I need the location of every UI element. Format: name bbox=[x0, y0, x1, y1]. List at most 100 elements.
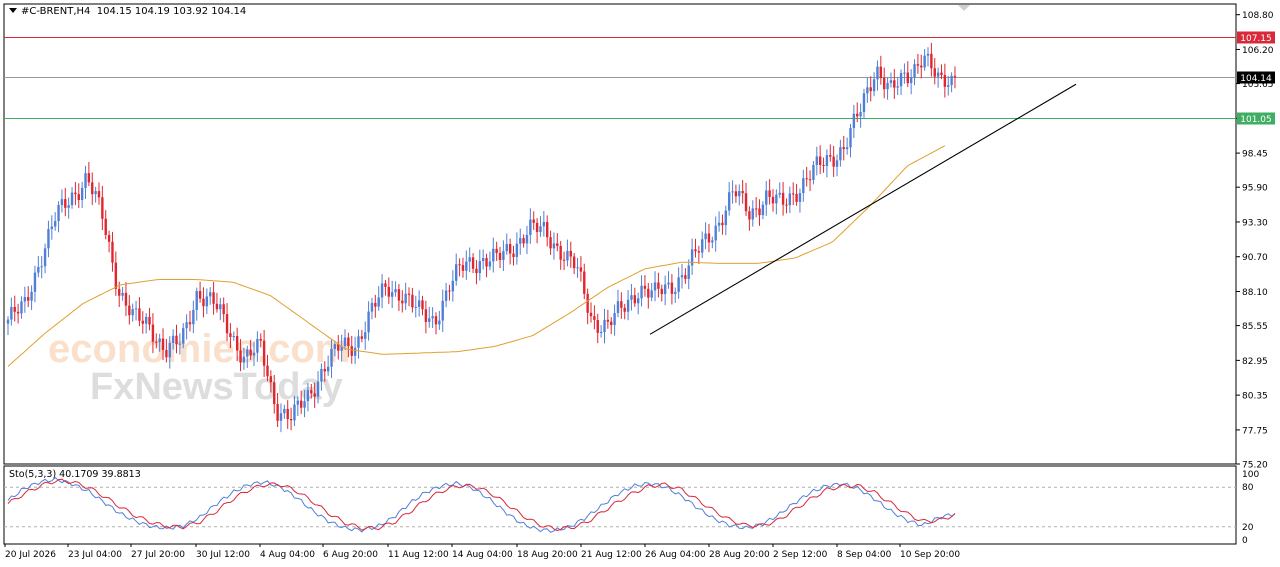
candle-body bbox=[10, 306, 13, 320]
candle-body bbox=[815, 156, 818, 165]
candle-body bbox=[626, 299, 630, 312]
candle-body bbox=[825, 155, 829, 166]
candle-body bbox=[906, 72, 909, 84]
candle-body bbox=[856, 113, 859, 117]
candle-body bbox=[633, 295, 637, 304]
candle-body bbox=[97, 191, 101, 198]
candle-body bbox=[920, 65, 923, 68]
candle-body bbox=[761, 204, 765, 216]
candle-body bbox=[101, 197, 104, 219]
candle-body bbox=[923, 55, 926, 68]
candle-body bbox=[367, 311, 370, 333]
candle-body bbox=[414, 306, 417, 308]
candle-body bbox=[215, 303, 219, 310]
candle-body bbox=[778, 192, 781, 195]
level-tag-label: 101.05 bbox=[1240, 115, 1272, 125]
candle-body bbox=[161, 338, 165, 350]
candle-body bbox=[953, 75, 957, 78]
candle-body bbox=[198, 291, 202, 299]
candle-body bbox=[798, 193, 802, 202]
candle-body bbox=[566, 250, 569, 261]
candle-body bbox=[239, 350, 242, 363]
candle-body bbox=[232, 336, 235, 338]
candle-body bbox=[219, 304, 222, 310]
candle-body bbox=[114, 262, 118, 289]
candle-body bbox=[273, 382, 276, 405]
candle-body bbox=[144, 316, 148, 324]
candle-body bbox=[269, 376, 273, 383]
candle-body bbox=[252, 352, 256, 356]
candle-body bbox=[889, 80, 893, 83]
candle-body bbox=[202, 298, 205, 307]
collapse-triangle-icon[interactable] bbox=[9, 8, 17, 13]
candle-body bbox=[455, 264, 458, 281]
candle-body bbox=[485, 258, 488, 267]
chart-svg: economies.com FxNewsToday 108.80106.2010… bbox=[3, 3, 1275, 560]
candle-body bbox=[492, 248, 495, 262]
candle-body bbox=[407, 293, 411, 295]
x-tick-label: 20 Jul 2026 bbox=[5, 550, 56, 560]
candle-body bbox=[131, 309, 134, 316]
candle-body bbox=[104, 218, 107, 235]
x-tick-label: 26 Aug 04:00 bbox=[645, 550, 706, 560]
scroll-marker-icon[interactable] bbox=[958, 5, 970, 11]
candle-body bbox=[91, 182, 94, 195]
candle-body bbox=[205, 296, 209, 307]
candle-body bbox=[27, 297, 30, 301]
candle-body bbox=[835, 160, 839, 167]
candle-body bbox=[320, 368, 323, 382]
candle-body bbox=[441, 300, 444, 321]
candle-body bbox=[650, 290, 653, 298]
candle-body bbox=[249, 349, 252, 356]
candle-body bbox=[896, 86, 899, 88]
trendline[interactable] bbox=[649, 83, 1077, 335]
candle-body bbox=[313, 393, 316, 397]
candle-body bbox=[812, 164, 815, 180]
candle-body bbox=[562, 259, 566, 261]
candle-body bbox=[852, 113, 856, 129]
candle-body bbox=[16, 311, 20, 314]
candle-body bbox=[84, 173, 87, 188]
candle-body bbox=[357, 336, 360, 348]
candle-body bbox=[663, 284, 667, 295]
candle-body bbox=[899, 73, 903, 87]
candle-body bbox=[299, 400, 303, 408]
candle-body bbox=[333, 344, 337, 349]
candle-body bbox=[451, 280, 455, 292]
candle-body bbox=[572, 256, 576, 269]
candle-body bbox=[384, 283, 387, 287]
candle-body bbox=[401, 300, 404, 304]
candle-body bbox=[276, 404, 279, 421]
candle-body bbox=[13, 306, 16, 312]
candle-body bbox=[795, 193, 798, 202]
candle-body bbox=[714, 225, 717, 241]
candle-body bbox=[579, 267, 583, 272]
candle-body bbox=[741, 190, 744, 194]
candle-body bbox=[532, 219, 535, 223]
candle-body bbox=[148, 316, 151, 325]
candle-body bbox=[805, 178, 808, 180]
candle-body bbox=[397, 289, 401, 301]
candle-body bbox=[87, 173, 91, 183]
candle-body bbox=[229, 333, 232, 337]
candle-body bbox=[525, 234, 529, 244]
candle-body bbox=[461, 265, 465, 271]
candle-body bbox=[279, 413, 283, 421]
candle-body bbox=[694, 249, 697, 252]
candle-body bbox=[727, 192, 731, 211]
candle-body bbox=[40, 266, 43, 268]
candle-body bbox=[30, 291, 33, 301]
candle-body bbox=[370, 302, 374, 312]
x-tick-label: 23 Jul 04:00 bbox=[68, 550, 122, 560]
candle-body bbox=[488, 261, 492, 267]
candle-body bbox=[515, 243, 519, 258]
candle-body bbox=[74, 192, 77, 195]
candle-body bbox=[43, 248, 47, 267]
candle-body bbox=[353, 347, 357, 356]
candle-body bbox=[481, 258, 485, 262]
osc-tick-label: 0 bbox=[1242, 536, 1248, 546]
candle-body bbox=[701, 239, 704, 253]
candle-body bbox=[916, 64, 920, 66]
candle-body bbox=[188, 322, 192, 325]
candle-body bbox=[360, 336, 364, 339]
